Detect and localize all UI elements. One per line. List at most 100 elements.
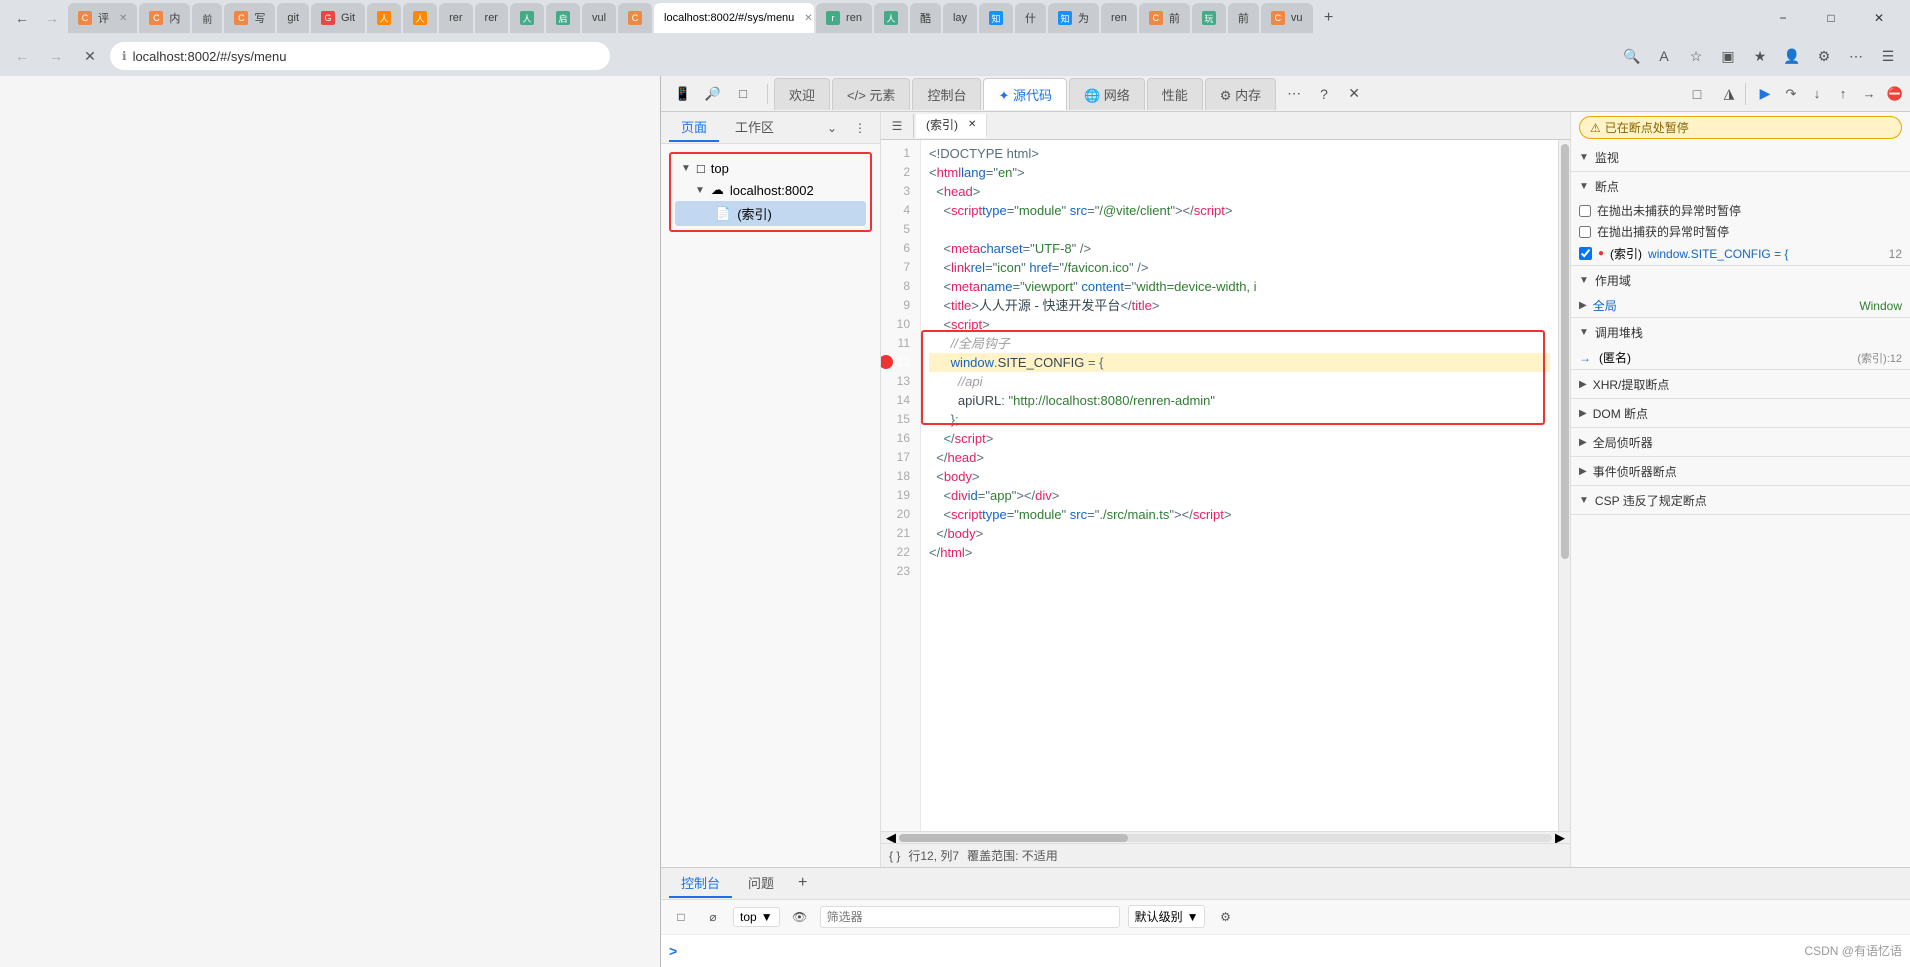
browser-tab-24[interactable]: ren [1101, 3, 1137, 33]
browser-tab-10[interactable]: rer [475, 3, 508, 33]
browser-tab-25[interactable]: C 前 [1139, 3, 1190, 33]
minimize-button[interactable]: − [1760, 0, 1806, 36]
maximize-button[interactable]: □ [1808, 0, 1854, 36]
back-button[interactable]: ← [8, 4, 36, 32]
step-out-button[interactable]: ↑ [1832, 83, 1854, 105]
forward-nav-button[interactable]: → [42, 42, 70, 70]
console-filter-input[interactable] [820, 906, 1120, 928]
xhr-header[interactable]: ▶ XHR/提取断点 [1571, 370, 1910, 398]
more-button[interactable]: ⋯ [1842, 42, 1870, 70]
new-tab-button[interactable]: + [1315, 4, 1343, 32]
browser-tab-20[interactable]: 知 [979, 3, 1013, 33]
browser-tab-active[interactable]: localhost:8002/#/sys/menu ✕ [654, 3, 814, 33]
forward-button[interactable]: → [38, 4, 66, 32]
breakpoint-checkbox[interactable] [1579, 247, 1592, 260]
tab-network[interactable]: 🌐 网络 [1069, 78, 1145, 110]
step-over-button[interactable]: ↷ [1780, 83, 1802, 105]
translate-button[interactable]: A [1650, 42, 1678, 70]
event-listeners-header[interactable]: ▶ 事件侦听器断点 [1571, 457, 1910, 485]
console-settings-button[interactable]: ⚙ [1213, 905, 1237, 929]
file-tab-index[interactable]: (索引) ✕ [916, 114, 987, 138]
file-tab-close[interactable]: ✕ [968, 119, 976, 130]
breakpoints-header[interactable]: ▼ 断点 [1571, 172, 1910, 200]
console-tab[interactable]: 控制台 [669, 869, 732, 898]
scope-header[interactable]: ▼ 作用域 [1571, 266, 1910, 294]
browser-tab-11[interactable]: 人 [510, 3, 544, 33]
device-toolbar-button[interactable]: 📱 [669, 80, 697, 108]
browser-tab-8[interactable]: 人 [403, 3, 437, 33]
close-button[interactable]: ✕ [1856, 0, 1902, 36]
split-view-button[interactable]: ▣ [1714, 42, 1742, 70]
back-nav-button[interactable]: ← [8, 42, 36, 70]
tab-console[interactable]: 控制台 [912, 78, 981, 110]
console-filter-button[interactable]: ⌀ [701, 905, 725, 929]
log-level-selector[interactable]: 默认级别 ▼ [1128, 905, 1206, 928]
resume-button[interactable]: ▶ [1754, 83, 1776, 105]
dom-header[interactable]: ▶ DOM 断点 [1571, 399, 1910, 427]
global-listeners-header[interactable]: ▶ 全局侦听器 [1571, 428, 1910, 456]
reload-button[interactable]: ✕ [76, 42, 104, 70]
step-button[interactable]: → [1858, 83, 1880, 105]
tab-sources[interactable]: ✦ 源代码 [983, 78, 1067, 110]
browser-tab-22[interactable]: 知 为 [1048, 3, 1099, 33]
refresh-button[interactable]: ⋮ [848, 116, 872, 140]
step-into-button[interactable]: ↓ [1806, 83, 1828, 105]
browser-tab-14[interactable]: C [618, 3, 652, 33]
browser-tab-26[interactable]: 玩 [1192, 3, 1226, 33]
devtools-close-button[interactable]: ✕ [1340, 80, 1368, 108]
console-clear-button[interactable]: □ [669, 905, 693, 929]
devtools-more-button[interactable]: ⋯ [1280, 80, 1308, 108]
caught-exceptions-checkbox[interactable] [1579, 226, 1591, 238]
workspace-tab[interactable]: 工作区 [723, 113, 786, 142]
browser-tab-19[interactable]: lay [943, 3, 977, 33]
tree-item-top[interactable]: ▼ □ top [675, 158, 866, 179]
add-tab-button[interactable]: + [790, 874, 815, 892]
devtools-help-button[interactable]: ? [1310, 80, 1338, 108]
tab-memory[interactable]: ⚙ 内存 [1205, 78, 1276, 110]
tab-close-1[interactable]: ✕ [119, 13, 127, 24]
code-content[interactable]: <!DOCTYPE html> <html lang="en"> <head> … [921, 140, 1558, 831]
tab-performance[interactable]: 性能 [1147, 78, 1203, 110]
browser-tab-17[interactable]: 人 [874, 3, 908, 33]
watch-header[interactable]: ▼ 监视 [1571, 143, 1910, 171]
tab-elements[interactable]: </> 元素 [832, 78, 910, 110]
scroll-left-button[interactable]: ◀ [883, 833, 899, 843]
extensions-button[interactable]: ⚙ [1810, 42, 1838, 70]
sidebar-toggle[interactable]: ☰ [1874, 42, 1902, 70]
tab-welcome[interactable]: 欢迎 [774, 78, 830, 110]
url-bar[interactable]: ℹ localhost:8002/#/sys/menu [110, 42, 610, 70]
add-filesystem-button[interactable]: ⌄ [820, 116, 844, 140]
favorites-button[interactable]: ★ [1746, 42, 1774, 70]
deactivate-button[interactable]: ⛔ [1884, 83, 1906, 105]
browser-tab-21[interactable]: 什 [1015, 3, 1046, 33]
profile-button[interactable]: 👤 [1778, 42, 1806, 70]
browser-tab-13[interactable]: vul [582, 3, 616, 33]
horizontal-scrollbar[interactable]: ◀ ▶ [881, 831, 1570, 843]
tree-item-index[interactable]: 📄 (索引) [675, 201, 866, 226]
browser-tab-5[interactable]: git [277, 3, 309, 33]
toggle-panel-button[interactable]: □ [729, 80, 757, 108]
browser-tab-4[interactable]: C 写 [224, 3, 275, 33]
browser-tab-2[interactable]: C 内 [139, 3, 190, 33]
browser-tab-3[interactable]: 前 [192, 3, 222, 33]
browser-tab-18[interactable]: 酷 [910, 3, 941, 33]
browser-tab-12[interactable]: 启 [546, 3, 580, 33]
console-eye-button[interactable]: 👁 [788, 905, 812, 929]
vertical-scrollbar[interactable] [1558, 140, 1570, 831]
browser-tab-6[interactable]: G Git [311, 3, 365, 33]
callstack-item-1[interactable]: → (匿名) (索引):12 [1571, 346, 1910, 369]
scroll-right-button[interactable]: ▶ [1552, 833, 1568, 843]
browser-tab-16[interactable]: r ren [816, 3, 872, 33]
callstack-header[interactable]: ▼ 调用堆栈 [1571, 318, 1910, 346]
dock-side-button[interactable]: □ [1683, 80, 1711, 108]
tab-close-active[interactable]: ✕ [804, 13, 812, 24]
tree-item-localhost[interactable]: ▼ ☁ localhost:8002 [675, 179, 866, 201]
browser-tab-7[interactable]: 人 [367, 3, 401, 33]
browser-tab-9[interactable]: rer [439, 3, 472, 33]
csp-header[interactable]: ▼ CSP 违反了规定断点 [1571, 486, 1910, 514]
navigator-button[interactable]: ☰ [885, 114, 909, 138]
page-tab[interactable]: 页面 [669, 113, 719, 142]
search-button[interactable]: 🔍 [1618, 42, 1646, 70]
inspect-button[interactable]: 🔎 [699, 80, 727, 108]
browser-tab-1[interactable]: C 评 ✕ [68, 3, 137, 33]
